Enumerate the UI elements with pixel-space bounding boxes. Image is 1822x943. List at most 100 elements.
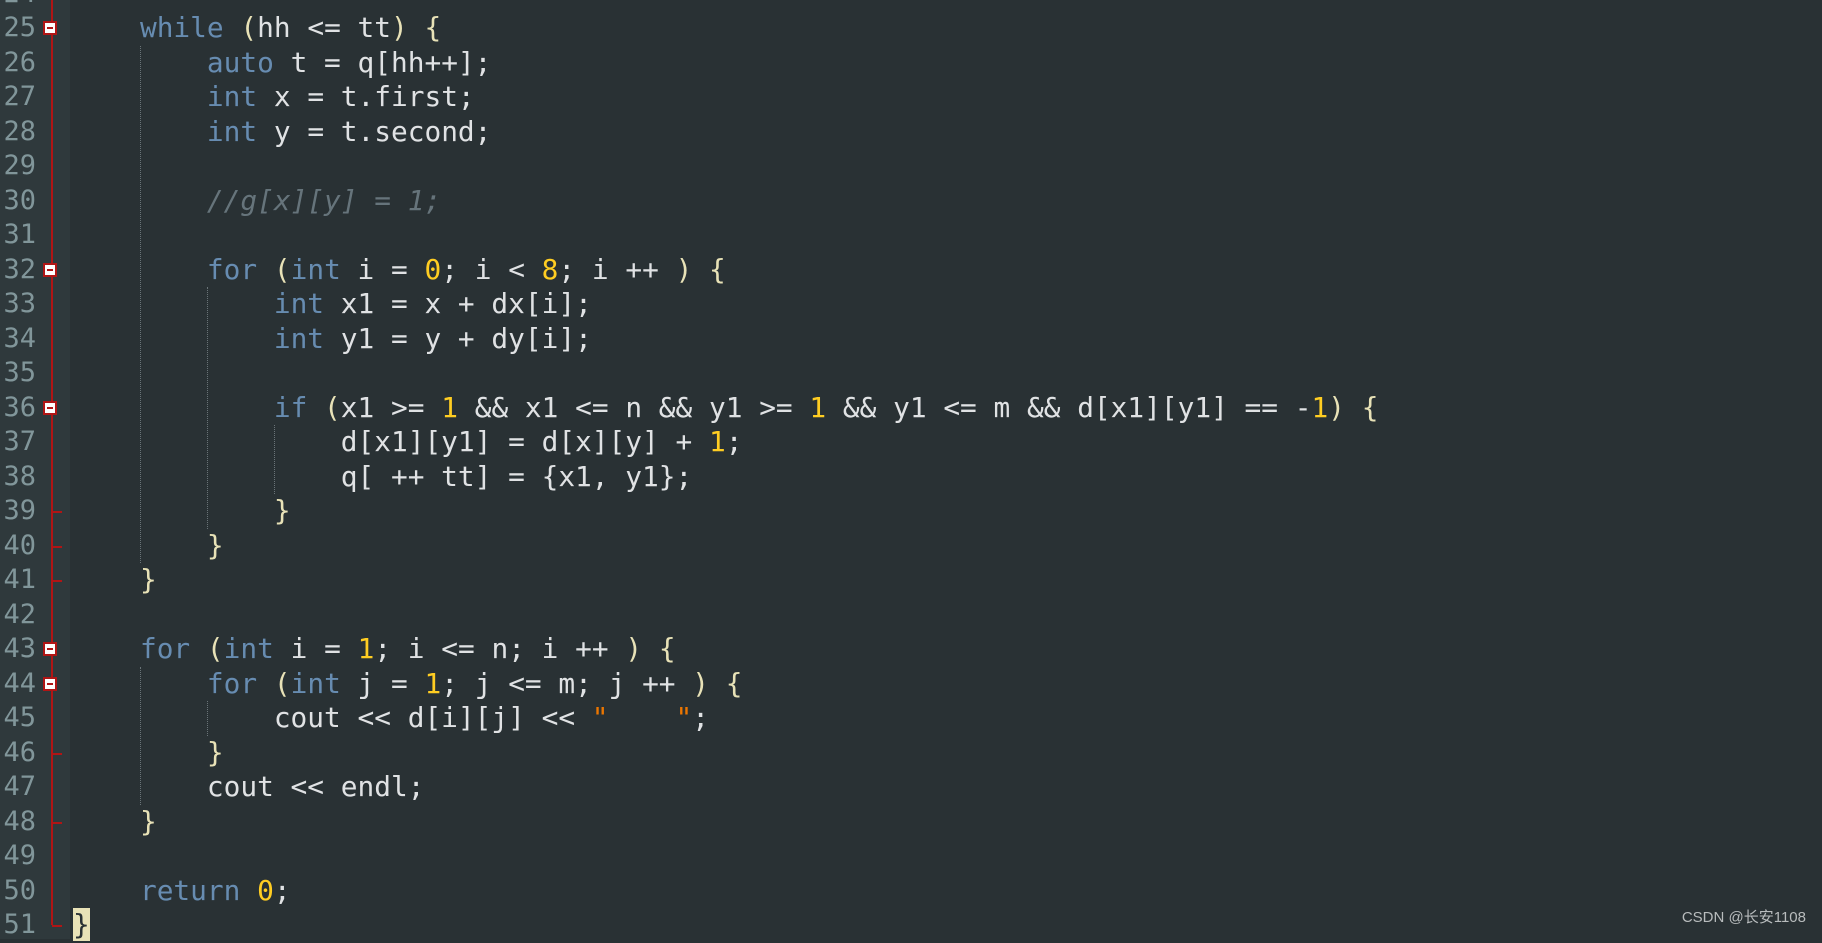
code-token: int <box>206 80 258 113</box>
line-number: 30 <box>3 184 36 216</box>
partial-line: 24 <box>0 0 1822 12</box>
indent-guide <box>206 287 208 529</box>
line-number: 41 <box>3 564 36 595</box>
indent-guide <box>206 701 208 736</box>
code-token: ( <box>190 632 224 665</box>
code-token: y = t.second; <box>257 114 492 148</box>
code-token: d[x1][y1] = d[x][y] + <box>73 425 709 458</box>
line-number: 42 <box>3 598 36 630</box>
code-text: } <box>73 908 90 943</box>
code-text: } <box>73 494 291 529</box>
code-token: int <box>273 287 325 320</box>
code-token: //g[x][y] = 1; <box>206 183 442 217</box>
fold-end-marker <box>52 511 62 513</box>
code-line: 43 for (int i = 1; i <= n; i ++ ) { <box>0 632 1822 667</box>
line-number: 33 <box>3 288 36 319</box>
code-text: return 0; <box>73 874 291 909</box>
fold-collapse-icon[interactable] <box>43 642 57 656</box>
line-number: 51 <box>3 909 36 940</box>
fold-collapse-icon[interactable] <box>43 676 57 691</box>
code-token: x1 = x + dx[i]; <box>324 287 592 320</box>
code-token: ( <box>257 666 291 700</box>
code-token: t = q[hh++]; <box>273 45 492 79</box>
code-token: ; i <= n; i ++ <box>374 632 626 665</box>
code-token: int <box>290 666 341 700</box>
fold-end-marker <box>52 580 62 582</box>
code-token: ) { <box>675 252 726 286</box>
code-line: 45 cout << d[i][j] << " "; <box>0 701 1822 736</box>
fold-collapse-icon[interactable] <box>43 21 57 35</box>
code-token: 1 <box>424 666 442 700</box>
code-token: ; <box>273 873 291 907</box>
code-line: 34 int y1 = y + dy[i]; <box>0 322 1822 357</box>
code-token: 8 <box>541 252 559 286</box>
code-token: auto <box>206 45 274 79</box>
code-token: ; j <= m; j ++ <box>441 666 693 700</box>
watermark: CSDN @长安1108 <box>1681 909 1806 926</box>
code-token: } <box>73 908 90 941</box>
code-text: cout << endl; <box>73 770 425 805</box>
fold-collapse-icon[interactable] <box>43 400 57 415</box>
line-number: 24 <box>0 0 36 12</box>
code-line: 28 int y = t.second; <box>0 115 1822 150</box>
code-token: j = <box>340 666 425 700</box>
code-token: " " <box>591 701 693 734</box>
fold-end-marker <box>52 752 62 755</box>
code-token: } <box>139 804 157 838</box>
code-token: x = t.first; <box>257 80 475 113</box>
code-text: int y1 = y + dy[i]; <box>73 322 592 357</box>
code-line: 31 <box>0 218 1822 253</box>
line-number: 50 <box>3 874 36 906</box>
line-number: 37 <box>3 426 36 457</box>
code-token: 0 <box>257 873 274 907</box>
code-line: 49 <box>0 839 1822 874</box>
code-text: } <box>73 529 224 564</box>
code-token: 1 <box>809 390 827 424</box>
code-token: q[ ++ tt] = {x1, y1}; <box>73 459 693 493</box>
code-line: 47 cout << endl; <box>0 770 1822 805</box>
code-token: 1 <box>357 632 375 665</box>
code-token: while <box>139 11 224 44</box>
code-token: 1 <box>441 390 458 424</box>
code-text: for (int i = 0; i < 8; i ++ ) { <box>73 253 726 288</box>
code-token: cout << endl; <box>73 770 425 803</box>
code-text: //g[x][y] = 1; <box>73 184 441 219</box>
code-line: 46 } <box>0 736 1822 771</box>
code-text: } <box>73 563 157 598</box>
code-line: 42 <box>0 598 1822 633</box>
code-token: ) { <box>692 666 743 700</box>
line-number: 31 <box>3 219 36 250</box>
fold-end-marker <box>52 821 62 824</box>
indent-guide <box>139 45 141 563</box>
code-text: int x = t.first; <box>73 80 475 115</box>
code-text: cout << d[i][j] << " "; <box>73 701 709 736</box>
code-text: auto t = q[hh++]; <box>73 45 492 81</box>
code-line: 32 for (int i = 0; i < 8; i ++ ) { <box>0 253 1822 288</box>
code-text: int y = t.second; <box>73 114 492 150</box>
code-token: i = <box>340 252 425 286</box>
code-text: for (int i = 1; i <= n; i ++ ) { <box>73 632 676 667</box>
line-number: 40 <box>3 529 36 561</box>
code-token: } <box>273 494 291 527</box>
code-token: ( <box>307 390 341 424</box>
code-token: ( <box>257 252 291 286</box>
code-token: y1 = y + dy[i]; <box>324 321 592 355</box>
code-token: ; <box>725 425 743 458</box>
fold-collapse-icon[interactable] <box>43 262 57 277</box>
fold-end-marker <box>52 545 62 548</box>
code-text: q[ ++ tt] = {x1, y1}; <box>73 460 692 495</box>
code-text: int x1 = x + dx[i]; <box>73 287 592 322</box>
code-token: i = <box>273 632 358 665</box>
code-text: while (hh <= tt) { <box>73 11 441 46</box>
code-token: } <box>206 735 224 769</box>
line-number: 45 <box>3 702 36 733</box>
code-token: for <box>206 666 258 700</box>
code-token: ; i ++ <box>558 252 676 286</box>
line-number: 44 <box>3 667 36 699</box>
